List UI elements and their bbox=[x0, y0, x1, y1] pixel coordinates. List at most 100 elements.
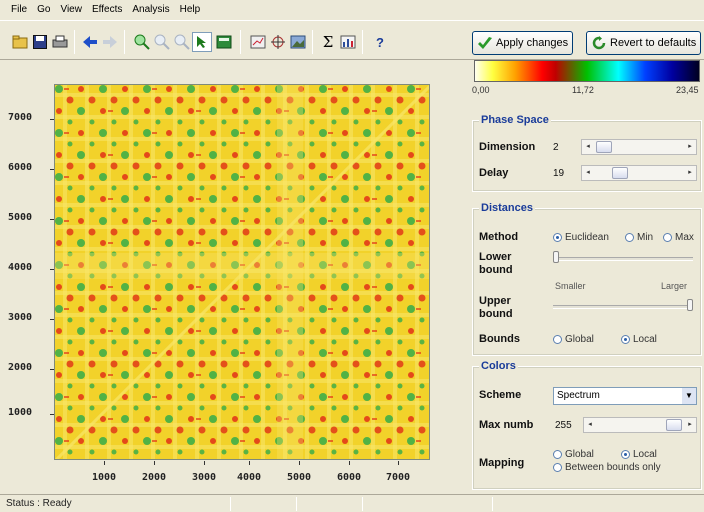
colors-title: Colors bbox=[479, 360, 518, 372]
lower-bound-slider[interactable] bbox=[553, 257, 693, 261]
dimension-slider[interactable]: ◂ ▸ bbox=[581, 139, 697, 155]
sigma-icon[interactable]: Σ bbox=[318, 32, 338, 52]
print-icon[interactable] bbox=[50, 32, 70, 52]
radio-label: Local bbox=[633, 334, 657, 345]
radio-label: Global bbox=[565, 449, 594, 460]
max-numb-slider[interactable]: ◂ ▸ bbox=[583, 417, 697, 433]
radio-label: Local bbox=[633, 449, 657, 460]
table-icon[interactable] bbox=[214, 32, 234, 52]
phase-space-title: Phase Space bbox=[479, 114, 551, 126]
slider-left-icon[interactable]: ◂ bbox=[583, 168, 593, 178]
y-tick-label: 1000 bbox=[8, 407, 33, 418]
status-divider bbox=[362, 497, 363, 511]
color-scale-bar bbox=[474, 60, 700, 82]
lower-bound-thumb[interactable] bbox=[553, 251, 559, 263]
recurrence-plot-canvas bbox=[55, 85, 429, 459]
phase-space-group: Phase Space Dimension 2 ◂ ▸ Delay 19 ◂ ▸ bbox=[472, 114, 702, 192]
mapping-between-bounds-radio[interactable]: Between bounds only bbox=[553, 462, 661, 473]
statistics-icon[interactable] bbox=[338, 32, 358, 52]
y-tick-mark bbox=[50, 319, 54, 320]
radio-dot bbox=[553, 233, 562, 242]
slider-right-icon[interactable]: ▸ bbox=[685, 168, 695, 178]
status-divider bbox=[230, 497, 231, 511]
zoom-out-icon[interactable] bbox=[172, 32, 192, 52]
method-euclidean-radio[interactable]: Euclidean bbox=[553, 232, 609, 243]
crosshair-icon[interactable] bbox=[268, 32, 288, 52]
y-tick-mark bbox=[50, 219, 54, 220]
colors-group: Colors Scheme Spectrum ▼ Max numb 255 ◂ … bbox=[472, 360, 702, 490]
slider-thumb[interactable] bbox=[666, 419, 682, 431]
delay-value: 19 bbox=[553, 168, 565, 179]
menu-effects[interactable]: Effects bbox=[87, 0, 127, 20]
radio-dot bbox=[625, 233, 634, 242]
slider-left-icon[interactable]: ◂ bbox=[583, 142, 593, 152]
menu-help[interactable]: Help bbox=[175, 0, 206, 20]
slider-thumb[interactable] bbox=[612, 167, 628, 179]
x-tick-label: 6000 bbox=[336, 472, 362, 483]
method-min-radio[interactable]: Min bbox=[625, 232, 653, 243]
back-arrow-icon[interactable] bbox=[80, 32, 100, 52]
checkmark-icon bbox=[477, 35, 493, 51]
x-tick-label: 7000 bbox=[385, 472, 411, 483]
slider-thumb[interactable] bbox=[596, 141, 612, 153]
slider-right-icon[interactable]: ▸ bbox=[685, 142, 695, 152]
scheme-dropdown[interactable]: Spectrum ▼ bbox=[553, 387, 697, 405]
x-tick-mark bbox=[349, 461, 350, 465]
scheme-value: Spectrum bbox=[557, 390, 600, 401]
method-max-radio[interactable]: Max bbox=[663, 232, 694, 243]
recurrence-plot[interactable] bbox=[54, 84, 430, 460]
apply-changes-button[interactable]: Apply changes bbox=[472, 31, 574, 55]
save-icon[interactable] bbox=[30, 32, 50, 52]
slider-right-icon[interactable]: ▸ bbox=[685, 420, 695, 430]
refresh-icon bbox=[591, 35, 607, 51]
radio-dot bbox=[553, 450, 562, 459]
menu-file[interactable]: File bbox=[6, 0, 32, 20]
forward-arrow-icon[interactable] bbox=[100, 32, 120, 52]
upper-bound-slider[interactable] bbox=[553, 305, 693, 309]
zoom-reset-icon[interactable] bbox=[152, 32, 172, 52]
radio-dot bbox=[621, 335, 630, 344]
y-tick-mark bbox=[50, 414, 54, 415]
toolbar-separator bbox=[124, 30, 125, 54]
chart-export-icon[interactable] bbox=[248, 32, 268, 52]
radio-label: Between bounds only bbox=[565, 462, 661, 473]
chevron-down-icon[interactable]: ▼ bbox=[682, 388, 696, 404]
app-window: File Go View Effects Analysis Help Σ ? A… bbox=[0, 0, 704, 512]
bounds-local-radio[interactable]: Local bbox=[621, 334, 657, 345]
x-tick-mark bbox=[104, 461, 105, 465]
y-tick-label: 4000 bbox=[8, 262, 33, 273]
slider-left-icon[interactable]: ◂ bbox=[585, 420, 595, 430]
toolbar-separator bbox=[312, 30, 313, 54]
zoom-in-icon[interactable] bbox=[132, 32, 152, 52]
toolbar-separator bbox=[74, 30, 75, 54]
upper-bound-label: Upper bound bbox=[479, 295, 513, 320]
delay-slider[interactable]: ◂ ▸ bbox=[581, 165, 697, 181]
settings-panel: 0,00 11,72 23,45 Phase Space Dimension 2… bbox=[470, 60, 704, 494]
menu-analysis[interactable]: Analysis bbox=[127, 0, 174, 20]
radio-dot bbox=[621, 450, 630, 459]
delay-label: Delay bbox=[479, 167, 509, 179]
apply-changes-label: Apply changes bbox=[496, 37, 569, 49]
dimension-value: 2 bbox=[553, 142, 559, 153]
menu-view[interactable]: View bbox=[55, 0, 87, 20]
radio-label: Euclidean bbox=[565, 232, 609, 243]
color-scale-mid: 11,72 bbox=[572, 85, 594, 95]
image-icon[interactable] bbox=[288, 32, 308, 52]
x-tick-label: 5000 bbox=[286, 472, 312, 483]
menu-go[interactable]: Go bbox=[32, 0, 55, 20]
mapping-local-radio[interactable]: Local bbox=[621, 449, 657, 460]
bounds-global-radio[interactable]: Global bbox=[553, 334, 594, 345]
max-numb-value: 255 bbox=[555, 420, 572, 431]
open-folder-icon[interactable] bbox=[10, 32, 30, 52]
smaller-label: Smaller bbox=[555, 281, 586, 291]
status-text: Status : Ready bbox=[6, 498, 72, 509]
upper-bound-thumb[interactable] bbox=[687, 299, 693, 311]
pointer-icon[interactable] bbox=[192, 32, 212, 52]
y-tick-mark bbox=[50, 369, 54, 370]
radio-dot bbox=[553, 463, 562, 472]
revert-to-defaults-button[interactable]: Revert to defaults bbox=[586, 31, 702, 55]
scheme-label: Scheme bbox=[479, 389, 522, 401]
mapping-global-radio[interactable]: Global bbox=[553, 449, 594, 460]
x-tick-mark bbox=[204, 461, 205, 465]
help-question-icon[interactable]: ? bbox=[370, 32, 390, 52]
